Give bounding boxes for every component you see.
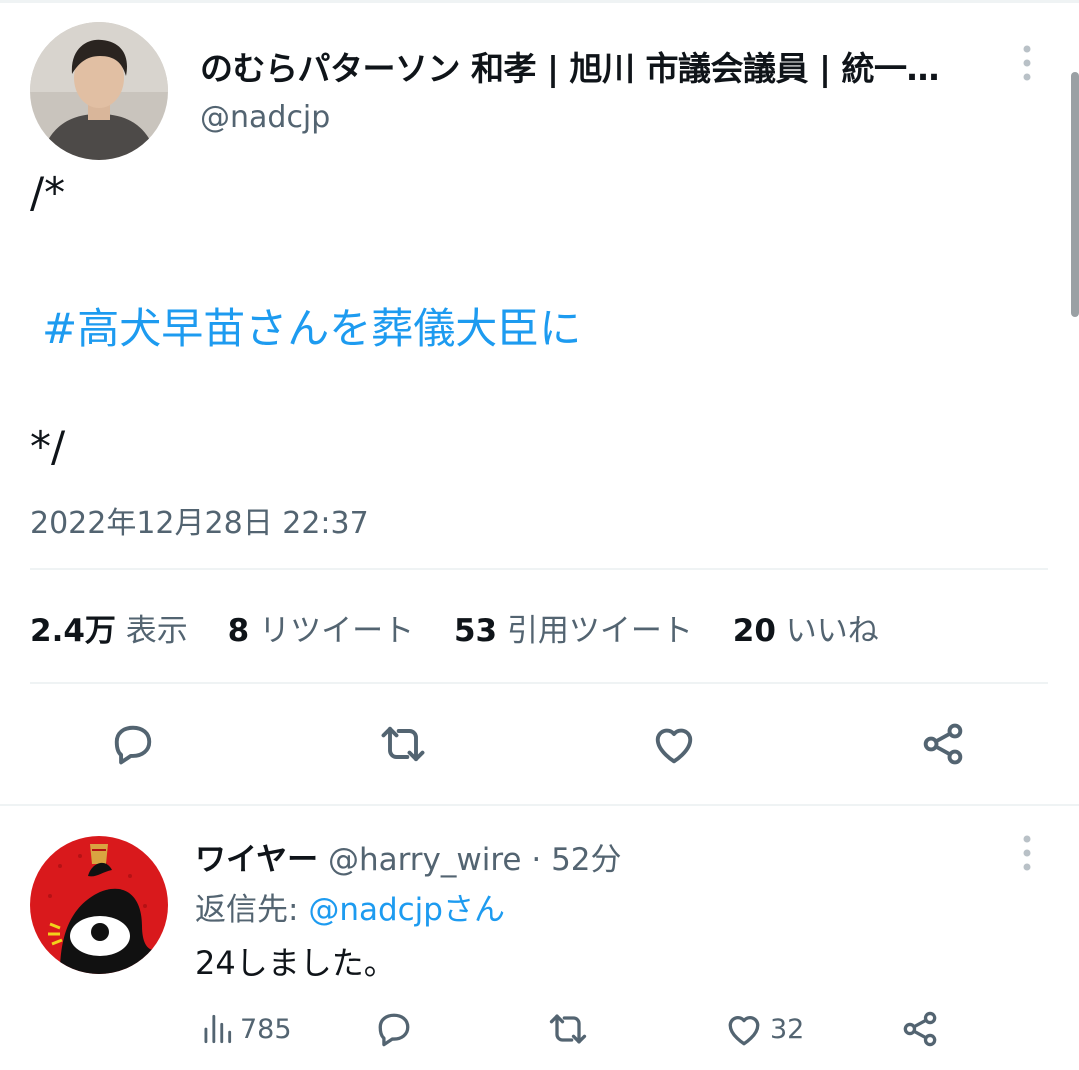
retweets-count: 8 <box>227 613 250 649</box>
like-icon <box>728 1016 760 1046</box>
reply-to-mention[interactable]: @nadcjpさん <box>308 892 505 928</box>
hashtag-link[interactable]: #高犬早苗さんを葬儀大臣に <box>42 295 581 356</box>
quotes-stat[interactable]: 53 引用ツイート <box>454 613 693 649</box>
reply-views-count: 785 <box>240 1013 292 1045</box>
reply-header: ワイヤー @harry_wire · 52分 <box>195 834 622 879</box>
reply-retweet-button[interactable] <box>546 1008 594 1050</box>
reply-views-button[interactable]: 785 <box>198 1008 292 1050</box>
reply-like-button[interactable]: 32 <box>722 1008 804 1050</box>
likes-stat[interactable]: 20 いいね <box>733 613 879 649</box>
reply-text: 24しました。 <box>195 944 396 982</box>
views-stat[interactable]: 2.4万 表示 <box>30 613 188 649</box>
reply-author-handle[interactable]: @harry_wire <box>328 842 522 878</box>
reply-reply-button[interactable] <box>372 1008 420 1050</box>
tweet-stats: 2.4万 表示 8 リツイート 53 引用ツイート 20 いいね <box>30 605 909 650</box>
reply-icon <box>378 1013 410 1047</box>
top-divider <box>0 0 1079 3</box>
tweet-text-line: /* <box>30 168 66 217</box>
reply-share-button[interactable] <box>898 1008 946 1050</box>
like-icon <box>655 728 693 764</box>
share-button[interactable] <box>915 716 971 772</box>
likes-label: いいね <box>785 613 879 649</box>
divider <box>30 568 1048 570</box>
tweet-timestamp[interactable]: 2022年12月28日 22:37 <box>30 498 369 542</box>
reply-to-label: 返信先: <box>195 892 299 928</box>
more-options-icon[interactable] <box>1016 44 1038 82</box>
reply-button[interactable] <box>105 716 161 772</box>
section-divider <box>0 804 1079 806</box>
scrollbar-thumb[interactable] <box>1071 72 1079 317</box>
more-options-icon[interactable] <box>1016 834 1038 872</box>
retweet-icon <box>549 1014 587 1044</box>
retweet-button[interactable] <box>375 716 431 772</box>
reply-to-line: 返信先: @nadcjpさん <box>195 884 505 929</box>
reply-likes-count: 32 <box>770 1013 805 1045</box>
reply-time[interactable]: 52分 <box>551 842 621 878</box>
divider <box>30 682 1048 684</box>
share-icon <box>903 1011 937 1047</box>
quotes-count: 53 <box>453 613 498 649</box>
share-icon <box>923 723 963 765</box>
reply-author-name[interactable]: ワイヤー <box>195 842 318 878</box>
tweet-text-line: */ <box>30 422 66 471</box>
views-label: 表示 <box>125 613 188 649</box>
like-button[interactable] <box>646 716 702 772</box>
author-avatar[interactable] <box>30 22 168 160</box>
reply-author-avatar[interactable] <box>30 836 168 974</box>
separator-dot: · <box>531 842 542 878</box>
retweets-label: リツイート <box>259 613 415 649</box>
views-count: 2.4万 <box>30 613 116 649</box>
quotes-label: 引用ツイート <box>506 613 693 649</box>
reply-icon <box>114 725 152 765</box>
retweet-icon <box>381 726 425 762</box>
author-handle[interactable]: @nadcjp <box>200 100 330 135</box>
views-icon <box>204 1014 232 1044</box>
retweets-stat[interactable]: 8 リツイート <box>228 613 414 649</box>
likes-count: 20 <box>732 613 776 649</box>
author-name[interactable]: のむらパターソン 和孝 | 旭川 市議会議員 | 統一… <box>200 42 940 90</box>
